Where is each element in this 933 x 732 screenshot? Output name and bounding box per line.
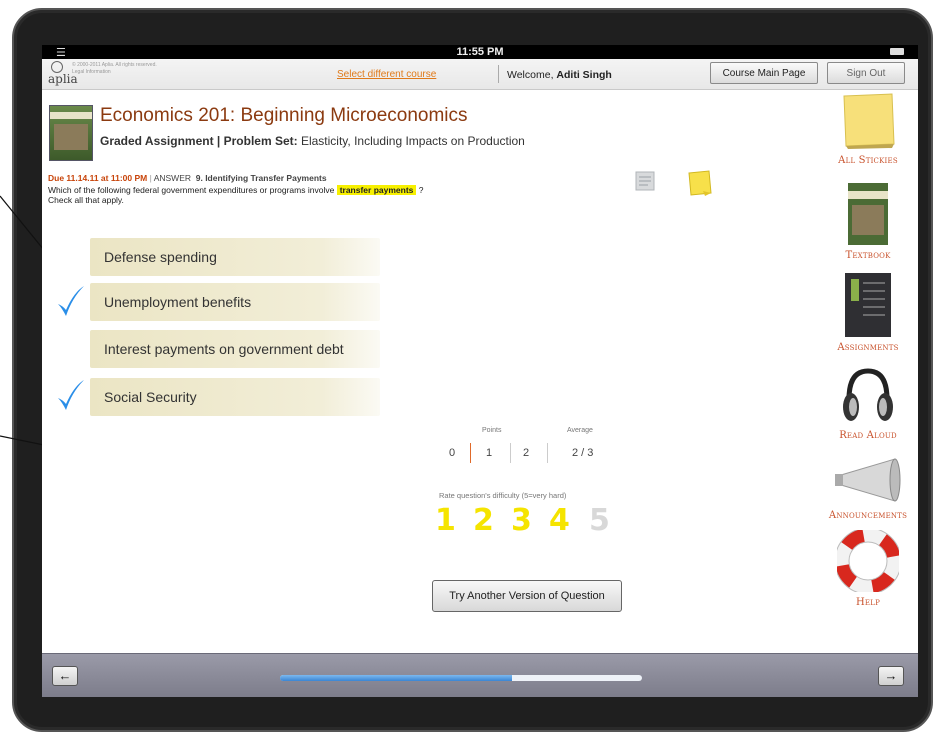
difficulty-rating-1[interactable]: 1 [435, 503, 456, 538]
notes-icon[interactable] [634, 170, 658, 192]
sidebar-item-assignments[interactable]: Assignments [822, 273, 914, 353]
points-value-2: 2 [523, 447, 530, 459]
points-label: Points [482, 427, 502, 434]
megaphone-icon [835, 458, 901, 502]
app-header: aplia © 2000-2011 Aplia. All rights rese… [42, 59, 918, 90]
average-label: Average [567, 427, 593, 434]
sidebar-label: Help [856, 597, 880, 608]
points-divider [470, 443, 471, 463]
difficulty-rating-2[interactable]: 2 [473, 503, 494, 538]
due-line: Due 11.14.11 at 11:00 PM | ANSWER 9. Ide… [48, 173, 327, 183]
life-ring-icon [834, 527, 902, 595]
try-another-version-button[interactable]: Try Another Version of Question [432, 580, 622, 612]
average-value: 2 / 3 [572, 447, 594, 459]
sign-out-button[interactable]: Sign Out [827, 62, 905, 84]
difficulty-rating-4[interactable]: 4 [549, 503, 570, 538]
app-screen: ☰ 11:55 PM aplia © 2000-2011 Aplia. All … [42, 45, 918, 697]
forward-arrow-icon[interactable]: → [878, 666, 904, 686]
progress-bar [280, 675, 642, 681]
question-text: Which of the following federal governmen… [48, 185, 608, 205]
sidebar-item-help[interactable]: Help [822, 527, 914, 608]
option-social-security[interactable]: Social Security [90, 378, 380, 416]
headphones-icon [843, 368, 893, 421]
checkmark-icon [58, 380, 84, 410]
question-highlight: transfer payments [336, 185, 417, 195]
back-arrow-icon[interactable]: ← [52, 666, 78, 686]
difficulty-label: Rate question's difficulty (5=very hard) [439, 491, 567, 500]
question-instruction: Check all that apply. [48, 195, 124, 205]
points-divider [510, 443, 511, 463]
sticky-note-icon [843, 93, 895, 149]
question-text-before: Which of the following federal governmen… [48, 185, 337, 195]
points-value-1: 1 [486, 447, 493, 459]
assignment-name: Elasticity, Including Impacts on Product… [297, 134, 525, 148]
course-title: Economics 201: Beginning Microeconomics [100, 105, 468, 126]
header-divider [498, 65, 499, 83]
status-time: 11:55 PM [456, 46, 504, 58]
difficulty-rating-5[interactable]: 5 [589, 503, 610, 538]
difficulty-rating-3[interactable]: 3 [511, 503, 532, 538]
add-sticky-note-icon[interactable] [685, 169, 713, 197]
course-main-page-button[interactable]: Course Main Page [710, 62, 818, 84]
course-book-thumbnail [49, 105, 93, 161]
option-defense-spending[interactable]: Defense spending [90, 238, 380, 276]
assignment-type: Graded Assignment | Problem Set: [100, 134, 298, 148]
sidebar-label: All Stickies [838, 155, 898, 166]
sidebar-label: Announcements [828, 510, 908, 521]
sidebar-item-read-aloud[interactable]: Read Aloud [822, 365, 914, 441]
points-divider [547, 443, 548, 463]
select-course-link[interactable]: Select different course [337, 69, 436, 80]
status-bar: ☰ 11:55 PM [42, 45, 918, 59]
due-date: Due 11.14.11 at 11:00 PM [48, 173, 148, 183]
sidebar-item-textbook[interactable]: Textbook [822, 183, 914, 261]
answer-label: ANSWER [153, 173, 192, 183]
sidebar-label: Textbook [845, 250, 891, 261]
option-unemployment-benefits[interactable]: Unemployment benefits [90, 283, 380, 321]
user-name: Aditi Singh [556, 69, 612, 81]
copyright-text: © 2000-2011 Aplia. All rights reserved. … [72, 62, 157, 76]
textbook-icon [848, 183, 888, 245]
sidebar-item-announcements[interactable]: Announcements [822, 455, 914, 521]
sidebar-label: Assignments [837, 342, 899, 353]
welcome-text: Welcome, Aditi Singh [507, 69, 612, 81]
assignments-icon [845, 273, 891, 337]
sidebar-label: Read Aloud [839, 430, 897, 441]
question-title: 9. Identifying Transfer Payments [195, 173, 327, 183]
points-value-0: 0 [449, 447, 456, 459]
copyright-line: © 2000-2011 Aplia. All rights reserved. [72, 62, 157, 68]
progress-fill [280, 675, 512, 681]
welcome-prefix: Welcome, [507, 69, 557, 81]
legal-link[interactable]: Legal Information [72, 69, 157, 76]
assignment-subtitle: Graded Assignment | Problem Set: Elastic… [100, 134, 525, 148]
bottom-toolbar: ← → [42, 653, 918, 697]
sidebar-item-all-stickies[interactable]: All Stickies [822, 92, 914, 166]
battery-icon [890, 48, 904, 55]
question-text-after: ? [416, 185, 424, 195]
checkmark-icon [58, 286, 84, 316]
option-interest-payments[interactable]: Interest payments on government debt [90, 330, 380, 368]
